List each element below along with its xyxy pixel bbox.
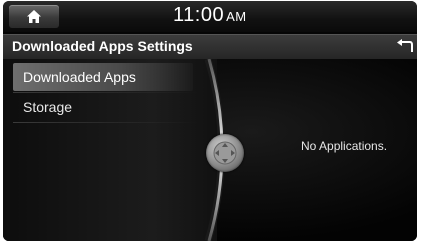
back-button[interactable] (395, 39, 413, 55)
clock-ampm: AM (226, 9, 247, 24)
empty-message: No Applications. (301, 139, 388, 153)
home-icon (27, 10, 41, 23)
screen: 11:00 AM Downloaded Apps Settings Downloa… (3, 1, 417, 241)
scroll-controller[interactable] (206, 134, 244, 172)
clock: 11:00 AM (173, 4, 247, 27)
status-bar: 11:00 AM (3, 1, 417, 32)
title-bar: Downloaded Apps Settings (3, 34, 417, 60)
page-title: Downloaded Apps Settings (12, 38, 193, 54)
clock-time: 11:00 (173, 4, 225, 26)
directional-arrows-icon (213, 141, 237, 165)
home-button[interactable] (9, 5, 59, 28)
main-area: Downloaded Apps Storage No Applications. (3, 59, 417, 241)
back-arrow-icon (397, 39, 413, 52)
